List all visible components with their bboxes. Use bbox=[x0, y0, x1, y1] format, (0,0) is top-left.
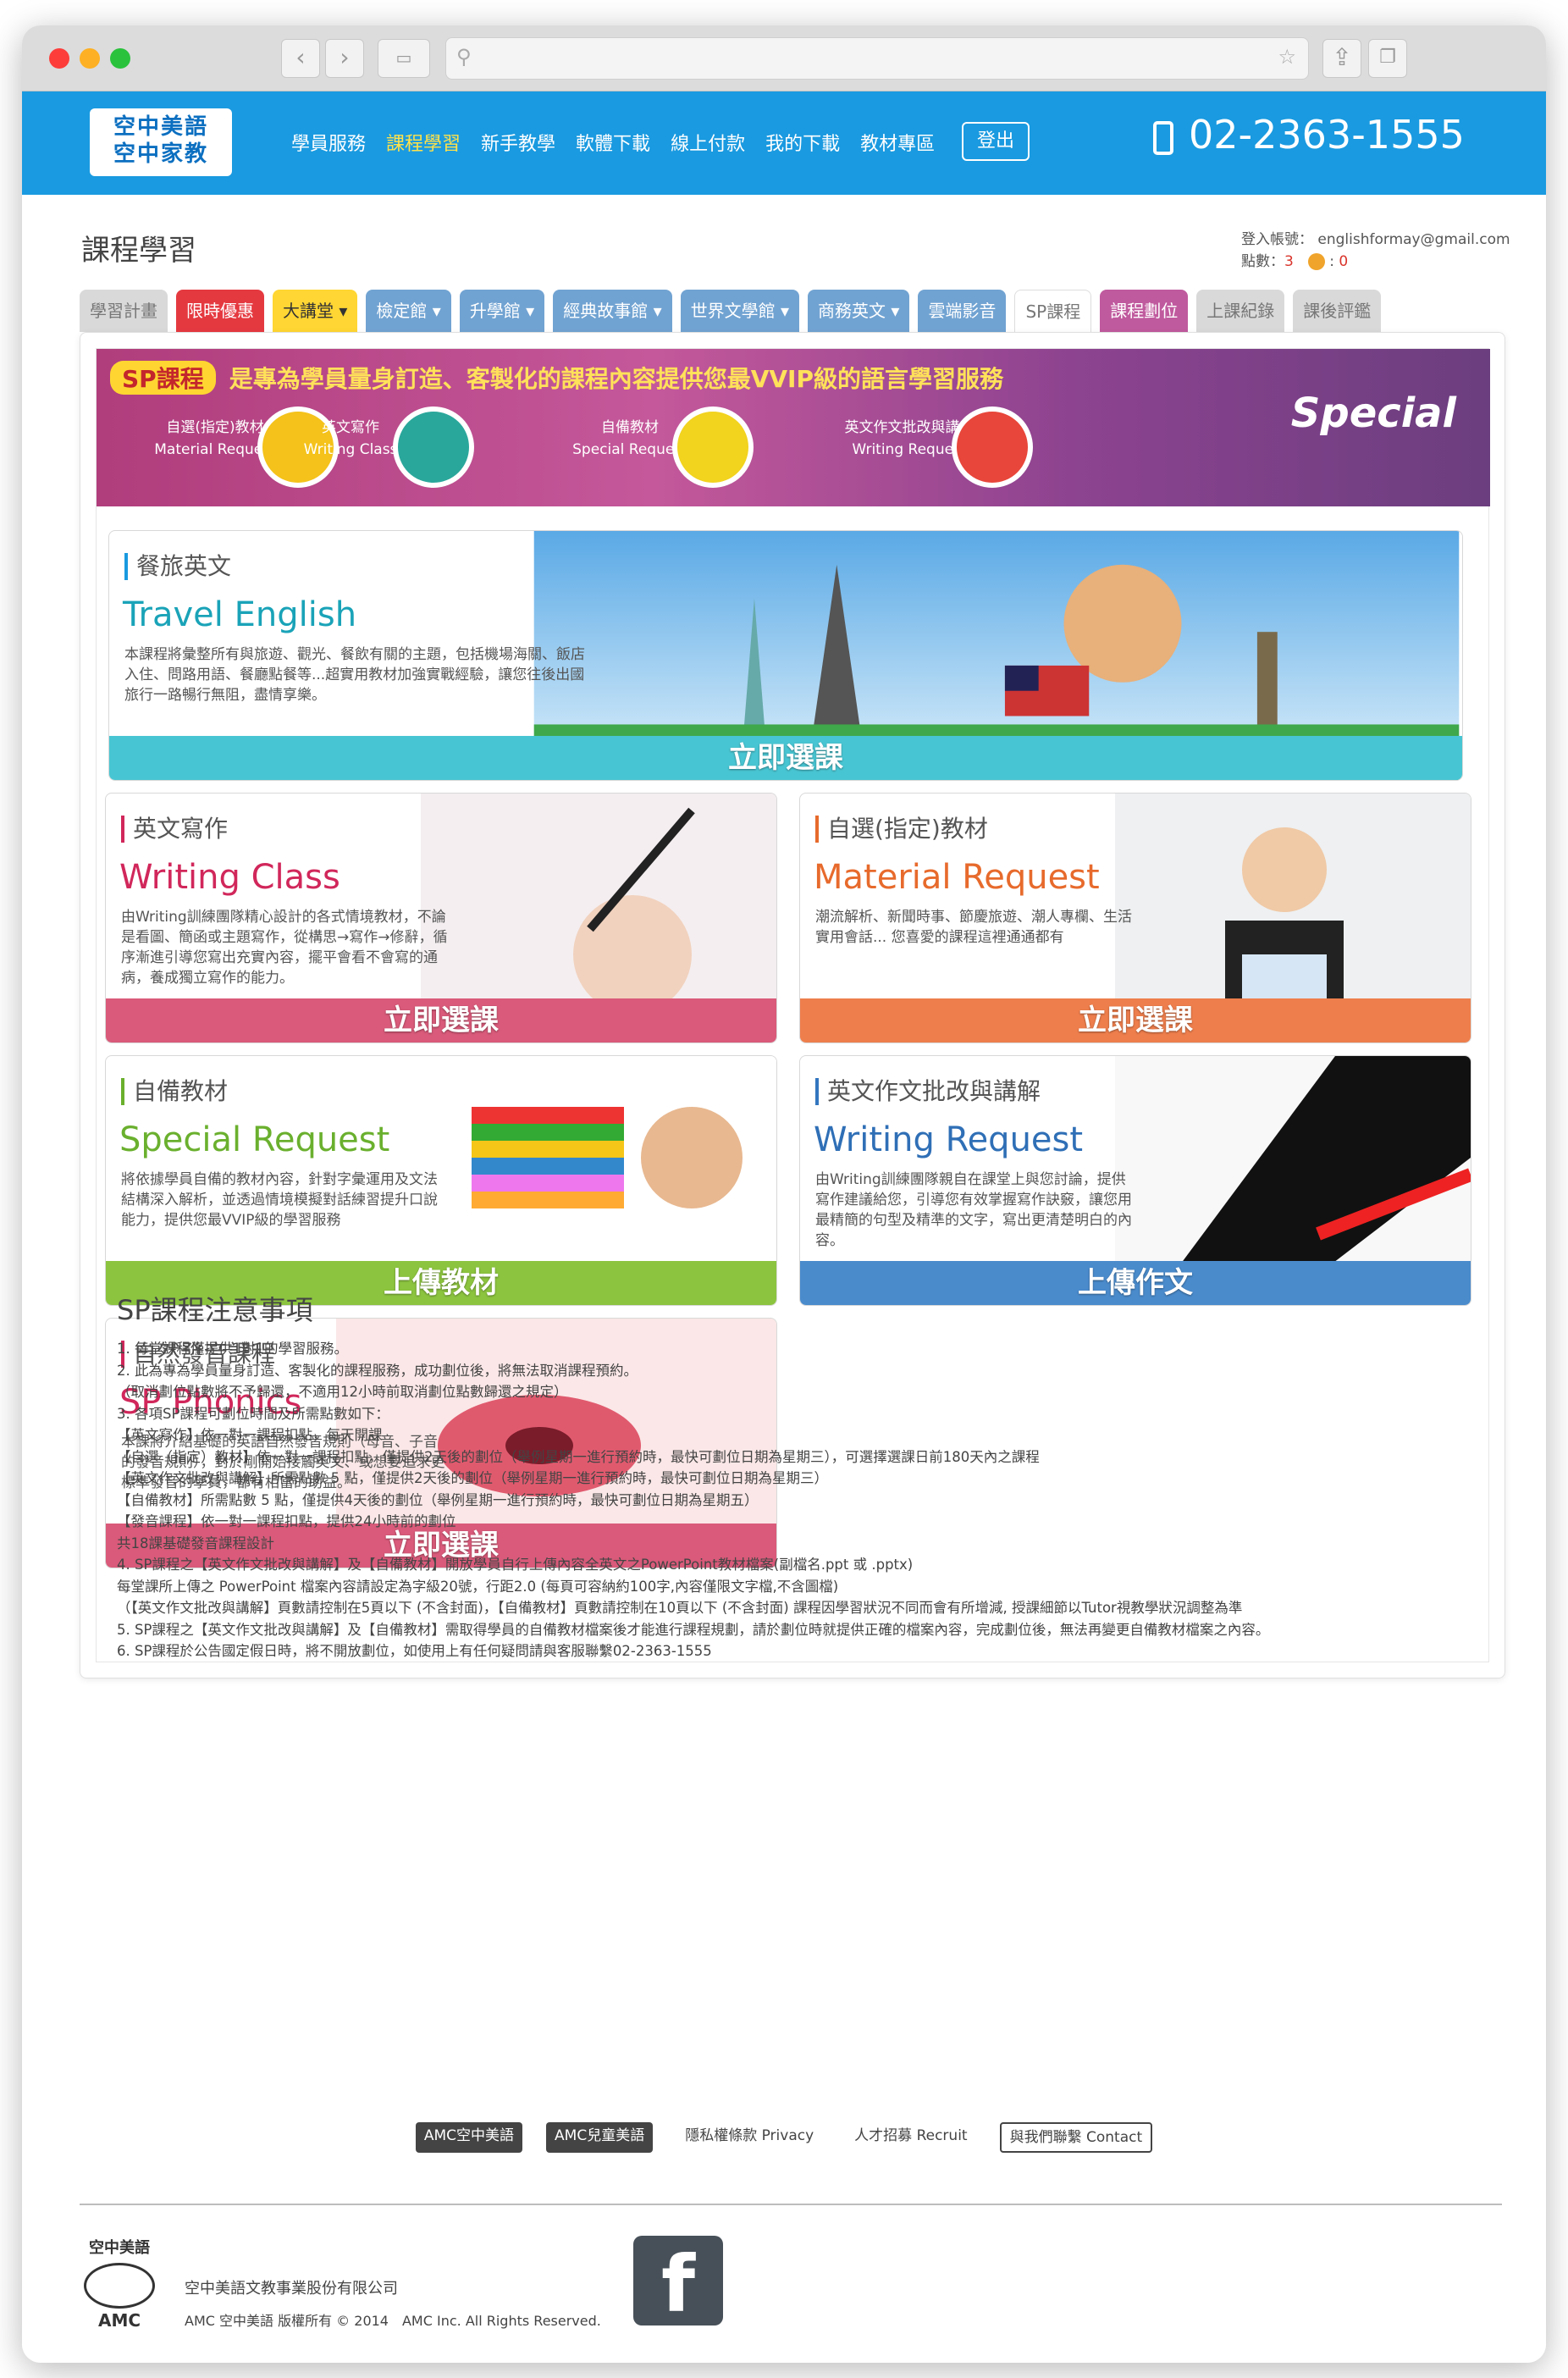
minimize-window-icon[interactable] bbox=[80, 48, 100, 69]
document-icon bbox=[952, 406, 1033, 488]
material-select-button[interactable]: 立即選課 bbox=[800, 998, 1471, 1042]
browser-toolbar: ‹ › ▭ ⚲ ☆ ⇪ ❐ bbox=[22, 25, 1546, 91]
footer-link-kids[interactable]: AMC兒童美語 bbox=[546, 2122, 654, 2153]
share-icon[interactable]: ⇪ bbox=[1322, 39, 1361, 78]
tabs-icon[interactable]: ❐ bbox=[1368, 39, 1407, 78]
account-info: 登入帳號： englishformay@gmail.com 點數：3 : 0 bbox=[1241, 231, 1510, 270]
forward-icon[interactable]: › bbox=[325, 39, 364, 78]
tab-9[interactable]: SP課程 bbox=[1014, 290, 1092, 332]
card-writing-class[interactable]: 英文寫作 Writing Class 由Writing訓練團隊精心設計的各式情境… bbox=[105, 793, 777, 1043]
note-line: 共18課基礎發音課程設計 bbox=[117, 1535, 274, 1551]
note-line: 【自備教材】所需點數 5 點，僅提供4天後的劃位（舉例星期一進行預約時，最快可劃… bbox=[117, 1491, 759, 1508]
footer-link-contact[interactable]: 與我們聯繫 Contact bbox=[999, 2122, 1153, 2153]
tab-10[interactable]: 課程劃位 bbox=[1100, 290, 1189, 332]
banner-item-wrequest: 英文作文批改與講解 Writing Request bbox=[808, 406, 1033, 488]
notes-title: SP課程注意事項 bbox=[117, 1294, 313, 1326]
site-header: 空中美語 空中家教 學員服務 課程學習 新手教學 軟體下載 線上付款 我的下載 … bbox=[22, 91, 1546, 195]
nav-member-service[interactable]: 學員服務 bbox=[291, 129, 366, 156]
search-icon: ⚲ bbox=[456, 45, 472, 69]
nav-course-learning[interactable]: 課程學習 bbox=[386, 129, 461, 156]
note-line: 【自選（指定）教材】依一對一課程扣點，僅提供2天後的劃位（舉例星期一進行預約時，… bbox=[117, 1448, 1040, 1465]
globe-icon bbox=[84, 2263, 155, 2309]
book-icon bbox=[672, 406, 754, 488]
writing-select-button[interactable]: 立即選課 bbox=[106, 998, 776, 1042]
note-line: 【英文寫作】依一對一課程扣點，每天開課 bbox=[117, 1427, 383, 1443]
note-line: 每堂課所上傳之 PowerPoint 檔案內容請設定為字級20號，行距2.0 (… bbox=[117, 1578, 839, 1595]
tab-6[interactable]: 世界文學館 ▾ bbox=[680, 290, 800, 332]
sp-banner: SP課程 是專為學員量身訂造、客製化的課程內容提供您最VVIP級的語言學習服務 自… bbox=[97, 349, 1490, 506]
note-line: 1. 每堂課程僅提供1對1的學習服務。 bbox=[117, 1341, 348, 1357]
sidebar-icon[interactable]: ▭ bbox=[378, 39, 430, 78]
tab-5[interactable]: 經典故事館 ▾ bbox=[553, 290, 672, 332]
nav-my-downloads[interactable]: 我的下載 bbox=[765, 129, 840, 156]
coin-value: 0 bbox=[1339, 253, 1349, 270]
tab-7[interactable]: 商務英文 ▾ bbox=[808, 290, 910, 332]
note-line: 3. 各項SP課程可劃位時間及所需點數如下： bbox=[117, 1405, 389, 1422]
nav-online-payment[interactable]: 線上付款 bbox=[671, 129, 745, 156]
note-line: 【發音課程】依一對一課程扣點，提供24小時前的劃位 bbox=[117, 1513, 456, 1529]
nav-beginner-guide[interactable]: 新手教學 bbox=[481, 129, 555, 156]
note-line: 5. SP課程之【英文作文批改與講解】及【自備教材】需取得學員的自備教材檔案後才… bbox=[117, 1621, 1270, 1638]
tab-1[interactable]: 限時優惠 bbox=[176, 290, 264, 332]
tab-11[interactable]: 上課紀錄 bbox=[1196, 290, 1285, 332]
footer-divider bbox=[80, 2204, 1502, 2205]
browser-window: ‹ › ▭ ⚲ ☆ ⇪ ❐ 空中美語 空中家教 學員服務 課程學習 新手教學 軟… bbox=[22, 25, 1546, 2363]
phone-icon bbox=[1153, 120, 1173, 155]
sp-badge: SP課程 bbox=[110, 361, 216, 395]
zoom-window-icon[interactable] bbox=[110, 48, 130, 69]
tab-4[interactable]: 升學館 ▾ bbox=[459, 290, 545, 332]
note-line: 【英文作文批改與講解】所需點數 5 點，僅提供2天後的劃位（舉例星期一進行預約時… bbox=[117, 1470, 828, 1486]
footer-logo: 空中美語 AMC bbox=[81, 2236, 157, 2331]
content-panel: SP課程 是專為學員量身訂造、客製化的課程內容提供您最VVIP級的語言學習服務 自… bbox=[80, 332, 1505, 1678]
special-wordmark: Special bbox=[1290, 390, 1456, 437]
card-writing-request[interactable]: 英文作文批改與講解 Writing Request 由Writing訓練團隊親自… bbox=[799, 1055, 1471, 1306]
course-tabs: 學習計畫 限時優惠 大講堂 ▾ 檢定館 ▾ 升學館 ▾ 經典故事館 ▾ 世界文學館 ▾ 商務英… bbox=[80, 290, 1382, 332]
logout-button[interactable]: 登出 bbox=[962, 122, 1030, 161]
banner-item-writing: 英文寫作 Writing Class bbox=[249, 406, 474, 488]
close-window-icon[interactable] bbox=[49, 48, 69, 69]
notes-list: 1. 每堂課程僅提供1對1的學習服務。 2. 此為專為學員量身訂造、客製化的課程服… bbox=[117, 1338, 1471, 1662]
tab-12[interactable]: 課後評鑑 bbox=[1293, 290, 1382, 332]
banner-item-special: 自備教材 Special Request bbox=[528, 406, 754, 488]
tab-2[interactable]: 大講堂 ▾ bbox=[273, 290, 358, 332]
points-value: 3 bbox=[1284, 253, 1294, 270]
amc-logo[interactable]: 空中美語 空中家教 bbox=[90, 108, 232, 176]
nav-software-download[interactable]: 軟體下載 bbox=[576, 129, 650, 156]
footer-links: AMC空中美語 AMC兒童美語 隱私權條款 Privacy 人才招募 Recru… bbox=[22, 2122, 1546, 2153]
tab-3[interactable]: 檢定館 ▾ bbox=[366, 290, 451, 332]
sp-notes: SP課程注意事項 1. 每堂課程僅提供1對1的學習服務。 2. 此為專為學員量身訂… bbox=[117, 1289, 1471, 1662]
site-footer: AMC空中美語 AMC兒童美語 隱私權條款 Privacy 人才招募 Recru… bbox=[22, 2044, 1546, 2363]
footer-link-recruit[interactable]: 人才招募 Recruit bbox=[846, 2122, 975, 2153]
travel-select-button[interactable]: 立即選課 bbox=[109, 736, 1462, 780]
page-title: 課程學習 bbox=[81, 234, 196, 268]
tab-8[interactable]: 雲端影音 bbox=[918, 290, 1007, 332]
facebook-icon[interactable]: f bbox=[633, 2236, 723, 2330]
card-travel-english[interactable]: 餐旅英文 Travel English 本課程將彙整所有與旅遊、觀光、餐飲有關的… bbox=[108, 530, 1463, 781]
main-nav: 學員服務 課程學習 新手教學 軟體下載 線上付款 我的下載 教材專區 bbox=[291, 129, 955, 156]
back-icon[interactable]: ‹ bbox=[281, 39, 320, 78]
phone-number: 02-2363-1555 bbox=[1153, 112, 1465, 158]
coin-icon bbox=[1307, 253, 1325, 270]
note-line: （【英文作文批改與講解】頁數請控制在5頁以下 (不含封面)，【自備教材】頁數請控… bbox=[117, 1600, 1243, 1616]
account-email: englishformay@gmail.com bbox=[1317, 231, 1510, 248]
note-line: （取消劃位點數將不予歸還，不適用12小時前取消劃位點數歸還之規定） bbox=[117, 1384, 568, 1400]
nav-materials[interactable]: 教材專區 bbox=[860, 129, 935, 156]
card-special-request[interactable]: 自備教材 Special Request 將依據學員自備的教材內容，針對字彙運用… bbox=[105, 1055, 777, 1306]
bookmark-star-icon[interactable]: ☆ bbox=[1278, 45, 1296, 69]
address-bar[interactable]: ⚲ ☆ bbox=[445, 37, 1309, 80]
footer-link-privacy[interactable]: 隱私權條款 Privacy bbox=[676, 2122, 822, 2153]
company-info: 空中美語文教事業股份有限公司 AMC 空中美語 版權所有 © 2014 AMC … bbox=[185, 2280, 601, 2329]
pencils-icon bbox=[393, 406, 474, 488]
tab-0[interactable]: 學習計畫 bbox=[80, 290, 168, 332]
card-material-request[interactable]: 自選(指定)教材 Material Request 潮流解析、新聞時事、節慶旅遊… bbox=[799, 793, 1471, 1043]
footer-link-amc[interactable]: AMC空中美語 bbox=[415, 2122, 523, 2153]
note-line: 2. 此為專為學員量身訂造、客製化的課程服務，成功劃位後，將無法取消課程預約。 bbox=[117, 1362, 638, 1379]
note-line: 4. SP課程之【英文作文批改與講解】及【自備教材】開放學員自行上傳內容全英文之… bbox=[117, 1557, 914, 1573]
banner-headline: 是專為學員量身訂造、客製化的課程內容提供您最VVIP級的語言學習服務 bbox=[229, 365, 1003, 393]
note-line: 6. SP課程於公告國定假日時，將不開放劃位，如使用上有任何疑問請與客服聯繫02… bbox=[117, 1643, 712, 1659]
